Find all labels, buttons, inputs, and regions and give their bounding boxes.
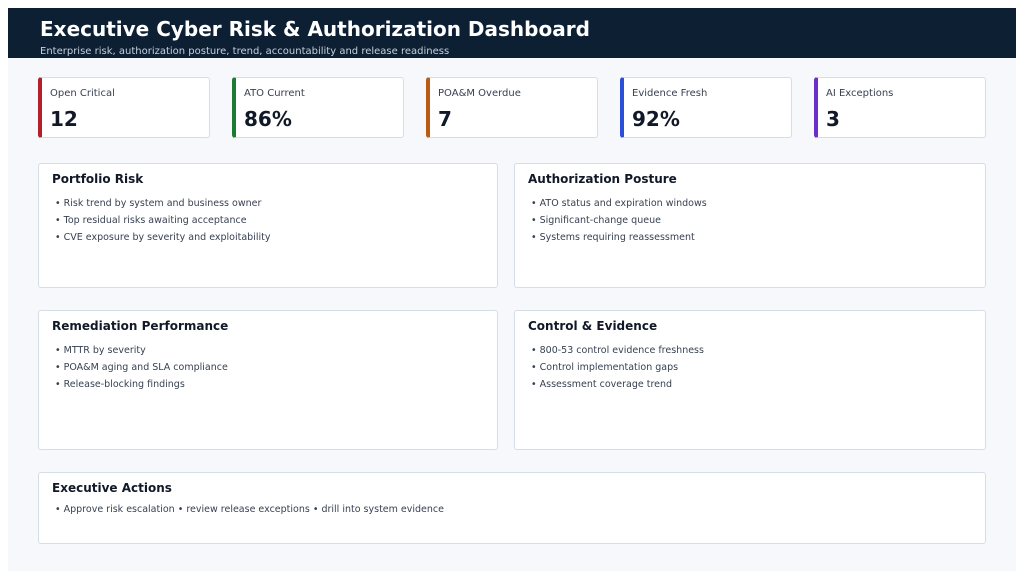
page-title: Executive Cyber Risk & Authorization Das… xyxy=(40,17,590,41)
list-item: Significant-change queue xyxy=(531,212,707,229)
kpi-card-poam-overdue[interactable]: POA&M Overdue 7 xyxy=(426,77,598,138)
kpi-value: 86% xyxy=(244,107,292,131)
card-title: Remediation Performance xyxy=(52,319,229,333)
kpi-value: 12 xyxy=(50,107,78,131)
list-item: ATO status and expiration windows xyxy=(531,195,707,212)
card-portfolio-risk[interactable]: Portfolio Risk Risk trend by system and … xyxy=(38,163,498,288)
kpi-label: Open Critical xyxy=(50,88,115,99)
kpi-label: ATO Current xyxy=(244,88,305,99)
kpi-value: 7 xyxy=(438,107,452,131)
list-item: Risk trend by system and business owner xyxy=(55,195,270,212)
card-title: Executive Actions xyxy=(52,481,172,495)
kpi-card-evidence-fresh[interactable]: Evidence Fresh 92% xyxy=(620,77,792,138)
list-item: POA&M aging and SLA compliance xyxy=(55,359,228,376)
list-item: CVE exposure by severity and exploitabil… xyxy=(55,229,271,246)
list-item: Systems requiring reassessment xyxy=(531,229,707,246)
card-title: Control & Evidence xyxy=(528,319,658,333)
kpi-label: POA&M Overdue xyxy=(438,88,521,99)
list-item: Top residual risks awaiting acceptance xyxy=(55,212,270,229)
list-item: Control implementation gaps xyxy=(531,359,704,376)
kpi-value: 92% xyxy=(632,107,680,131)
card-remediation-performance[interactable]: Remediation Performance MTTR by severity… xyxy=(38,310,498,450)
kpi-card-open-critical[interactable]: Open Critical 12 xyxy=(38,77,210,138)
list-item: 800-53 control evidence freshness xyxy=(531,342,704,359)
dashboard-header: Executive Cyber Risk & Authorization Das… xyxy=(8,8,1016,58)
card-list: Risk trend by system and business owner … xyxy=(55,195,271,246)
card-control-evidence[interactable]: Control & Evidence 800-53 control eviden… xyxy=(514,310,986,450)
card-executive-actions[interactable]: Executive Actions • Approve risk escalat… xyxy=(38,472,986,544)
card-title: Portfolio Risk xyxy=(52,172,144,186)
list-item: Release-blocking findings xyxy=(55,376,228,393)
card-authorization-posture[interactable]: Authorization Posture ATO status and exp… xyxy=(514,163,986,288)
kpi-card-ai-exceptions[interactable]: AI Exceptions 3 xyxy=(814,77,986,138)
dashboard-frame: Executive Cyber Risk & Authorization Das… xyxy=(8,8,1016,571)
list-item: Assessment coverage trend xyxy=(531,376,704,393)
card-title: Authorization Posture xyxy=(528,172,677,186)
card-list: 800-53 control evidence freshness Contro… xyxy=(531,342,704,393)
executive-actions-text: • Approve risk escalation • review relea… xyxy=(55,504,444,515)
kpi-label: Evidence Fresh xyxy=(632,88,708,99)
kpi-card-ato-current[interactable]: ATO Current 86% xyxy=(232,77,404,138)
page-subtitle: Enterprise risk, authorization posture, … xyxy=(40,46,450,57)
card-list: MTTR by severity POA&M aging and SLA com… xyxy=(55,342,228,393)
card-list: ATO status and expiration windows Signif… xyxy=(531,195,707,246)
list-item: MTTR by severity xyxy=(55,342,228,359)
kpi-label: AI Exceptions xyxy=(826,88,894,99)
kpi-value: 3 xyxy=(826,107,840,131)
